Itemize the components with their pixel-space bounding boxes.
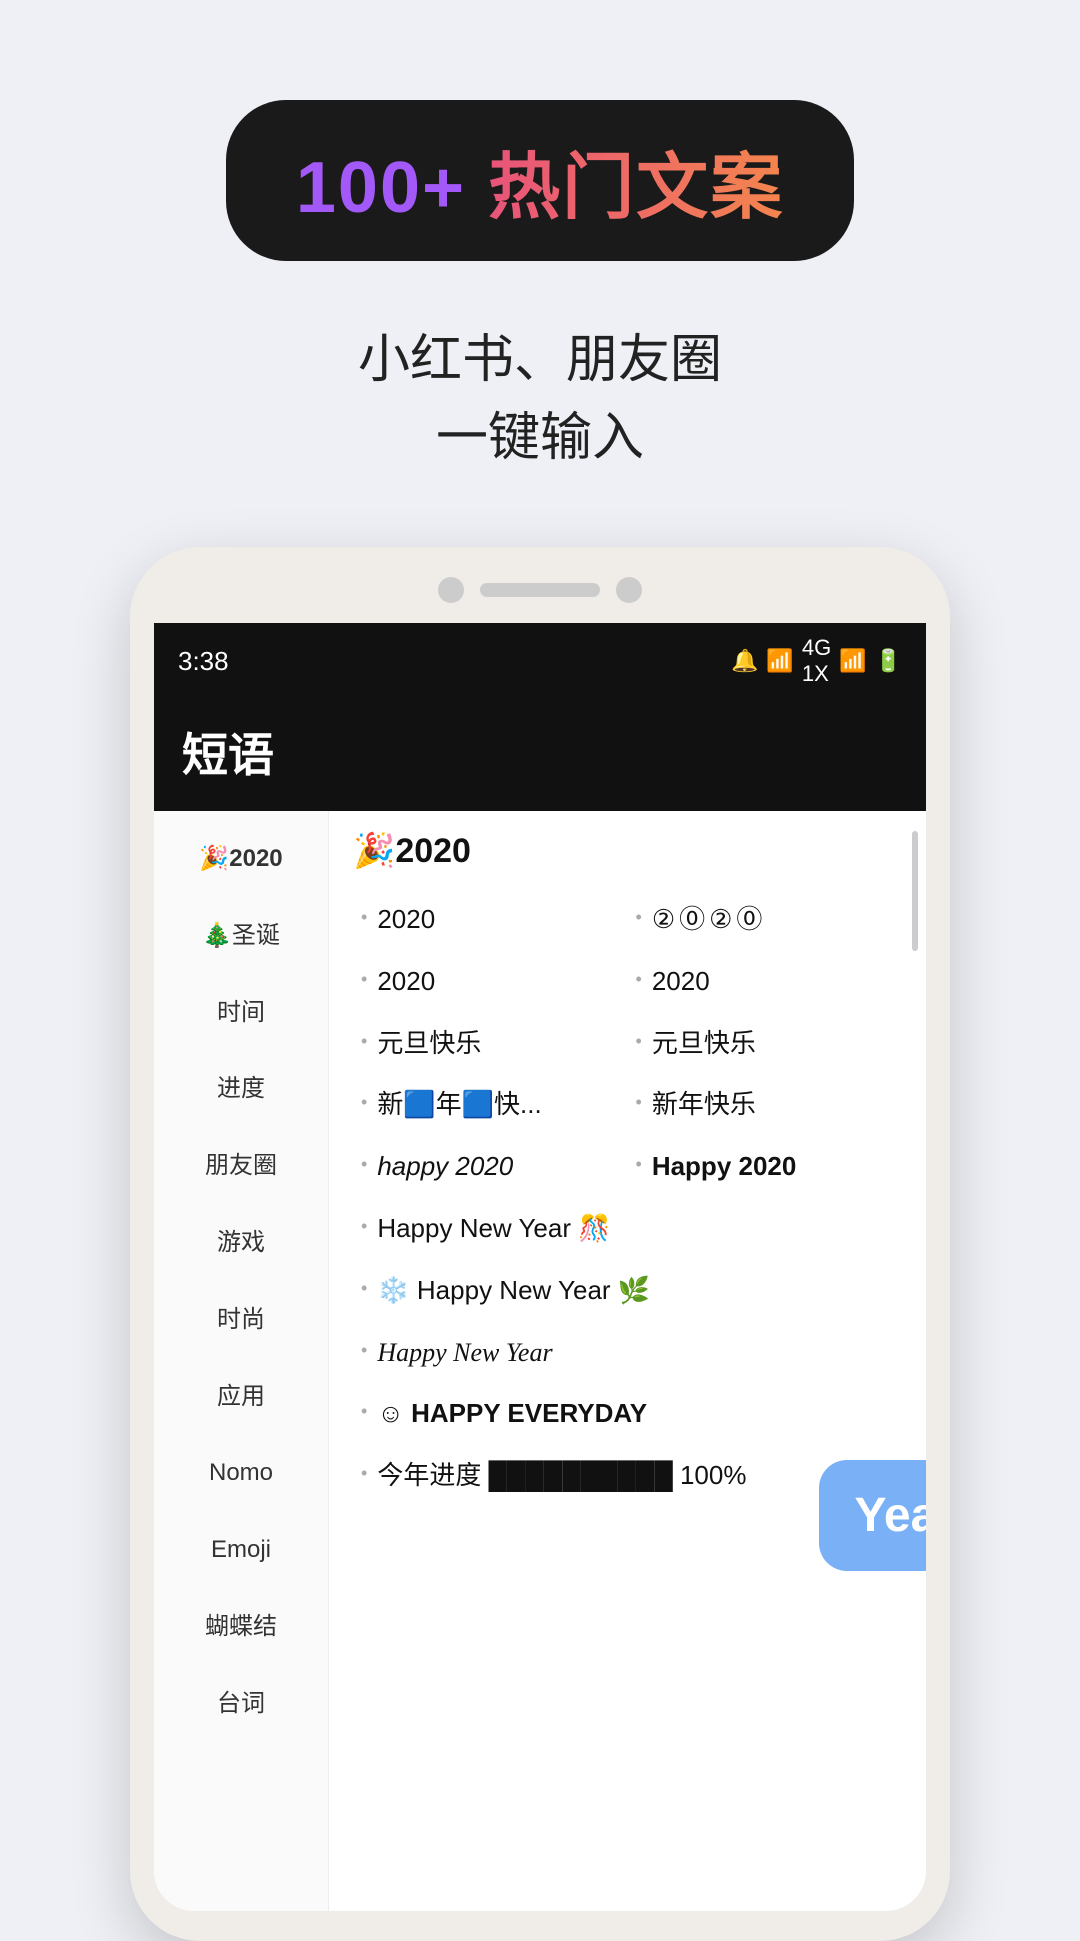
item-text: 2020 — [377, 965, 435, 999]
header-section: 100+ 热门文案 小红书、朋友圈 一键输入 — [0, 0, 1080, 517]
sidebar-item-bow[interactable]: 蝴蝶结 — [154, 1589, 328, 1666]
bullet-icon: • — [361, 1340, 367, 1361]
bullet-icon: • — [636, 907, 642, 928]
subtitle: 小红书、朋友圈 一键输入 — [358, 321, 722, 477]
sidebar-item-friends[interactable]: 朋友圈 — [154, 1128, 328, 1205]
bullet-icon: • — [361, 907, 367, 928]
item-text: ②⓪②⓪ — [652, 903, 767, 937]
list-item[interactable]: • Happy 2020 — [628, 1136, 903, 1198]
list-item[interactable]: • 元旦快乐 — [353, 1013, 628, 1075]
phone-frame: 3:38 🔔 📶 4G1X 📶 🔋 短语 🎉2020 🎄圣诞 时间 进度 朋友圈 — [130, 547, 950, 1941]
list-item[interactable]: • ☺ HAPPY EVERYDAY — [353, 1383, 902, 1445]
item-text: 新🟦年🟦快... — [377, 1088, 541, 1122]
app-header: 短语 — [154, 699, 926, 811]
signal-icon: 📶 — [839, 648, 866, 674]
app-content: 🎉2020 🎄圣诞 时间 进度 朋友圈 游戏 时尚 应用 Nomo Emoji … — [154, 811, 926, 1911]
list-item[interactable]: • 元旦快乐 — [628, 1013, 903, 1075]
status-time: 3:38 — [178, 646, 229, 677]
sidebar: 🎉2020 🎄圣诞 时间 进度 朋友圈 游戏 时尚 应用 Nomo Emoji … — [154, 811, 329, 1911]
item-text: happy 2020 — [377, 1150, 513, 1184]
scrollbar[interactable] — [912, 831, 918, 951]
item-text: Happy New Year 🎊 — [377, 1212, 610, 1246]
list-item[interactable]: • 新🟦年🟦快... — [353, 1074, 628, 1136]
bullet-icon: • — [361, 1031, 367, 1052]
bullet-icon: • — [361, 969, 367, 990]
items-grid: • 2020 • ②⓪②⓪ • 2020 • 2020 — [353, 889, 902, 1507]
sidebar-item-games[interactable]: 游戏 — [154, 1205, 328, 1282]
sidebar-item-progress[interactable]: 进度 — [154, 1051, 328, 1128]
speaker — [480, 583, 600, 597]
phone-notch — [154, 577, 926, 623]
badge-pill: 100+ 热门文案 — [226, 100, 854, 261]
sidebar-item-nomo[interactable]: Nomo — [154, 1435, 328, 1512]
list-item[interactable]: • 新年快乐 — [628, 1074, 903, 1136]
list-item[interactable]: • 2020 — [628, 951, 903, 1013]
sidebar-item-emoji[interactable]: Emoji — [154, 1512, 328, 1589]
badge-text: 100+ 热门文案 — [296, 148, 784, 228]
camera — [438, 577, 464, 603]
list-item[interactable]: • happy 2020 — [353, 1136, 628, 1198]
sidebar-item-fashion[interactable]: 时尚 — [154, 1282, 328, 1359]
sidebar-item-time[interactable]: 时间 — [154, 975, 328, 1052]
sidebar-item-lines[interactable]: 台词 — [154, 1666, 328, 1743]
list-item[interactable]: • 2020 — [353, 951, 628, 1013]
bell-icon: 🔔 — [731, 648, 758, 674]
bullet-icon: • — [361, 1401, 367, 1422]
item-text: ☺ HAPPY EVERYDAY — [377, 1397, 647, 1431]
item-text: 元旦快乐 — [377, 1027, 481, 1061]
badge-cn: 热门文案 — [488, 148, 784, 228]
bullet-icon: • — [636, 1092, 642, 1113]
bullet-icon: • — [636, 969, 642, 990]
list-item[interactable]: • 2020 — [353, 889, 628, 951]
popup-bubble: Year Pr — [819, 1460, 926, 1571]
item-text: Happy 2020 — [652, 1150, 797, 1184]
list-item[interactable]: • ②⓪②⓪ — [628, 889, 903, 951]
bullet-icon: • — [361, 1154, 367, 1175]
phone-mockup: 3:38 🔔 📶 4G1X 📶 🔋 短语 🎉2020 🎄圣诞 时间 进度 朋友圈 — [130, 547, 950, 1941]
camera2 — [616, 577, 642, 603]
list-item[interactable]: • Happy New Year — [353, 1322, 902, 1384]
item-text: Happy New Year — [377, 1336, 552, 1370]
status-icons: 🔔 📶 4G1X 📶 🔋 — [731, 635, 902, 687]
bullet-icon: • — [361, 1092, 367, 1113]
bullet-icon: • — [361, 1278, 367, 1299]
wifi-icon: 📶 — [766, 648, 793, 674]
popup-text: Year Pr — [855, 1489, 926, 1542]
item-text: 2020 — [652, 965, 710, 999]
app-title: 短语 — [182, 719, 898, 785]
battery-icon: 🔋 — [875, 648, 902, 674]
list-item[interactable]: • Happy New Year 🎊 — [353, 1198, 902, 1260]
network-label: 4G1X — [802, 635, 831, 687]
progress-item-text: 今年进度 ██████████ 100% — [377, 1459, 746, 1493]
item-text: 元旦快乐 — [652, 1027, 756, 1061]
item-text: ❄️ Happy New Year 🌿 — [377, 1274, 650, 1308]
badge-num: 100+ — [296, 148, 466, 228]
item-text: 2020 — [377, 903, 435, 937]
sidebar-item-2020[interactable]: 🎉2020 — [154, 821, 328, 898]
section-title: 🎉2020 — [353, 831, 902, 871]
status-bar: 3:38 🔔 📶 4G1X 📶 🔋 — [154, 623, 926, 699]
sidebar-item-xmas[interactable]: 🎄圣诞 — [154, 898, 328, 975]
main-content: 🎉2020 • 2020 • ②⓪②⓪ • 2020 — [329, 811, 926, 1911]
bullet-icon: • — [361, 1463, 367, 1484]
list-item[interactable]: • ❄️ Happy New Year 🌿 — [353, 1260, 902, 1322]
bullet-icon: • — [636, 1031, 642, 1052]
sidebar-item-app[interactable]: 应用 — [154, 1359, 328, 1436]
item-text: 新年快乐 — [652, 1088, 756, 1122]
bullet-icon: • — [361, 1216, 367, 1237]
bullet-icon: • — [636, 1154, 642, 1175]
